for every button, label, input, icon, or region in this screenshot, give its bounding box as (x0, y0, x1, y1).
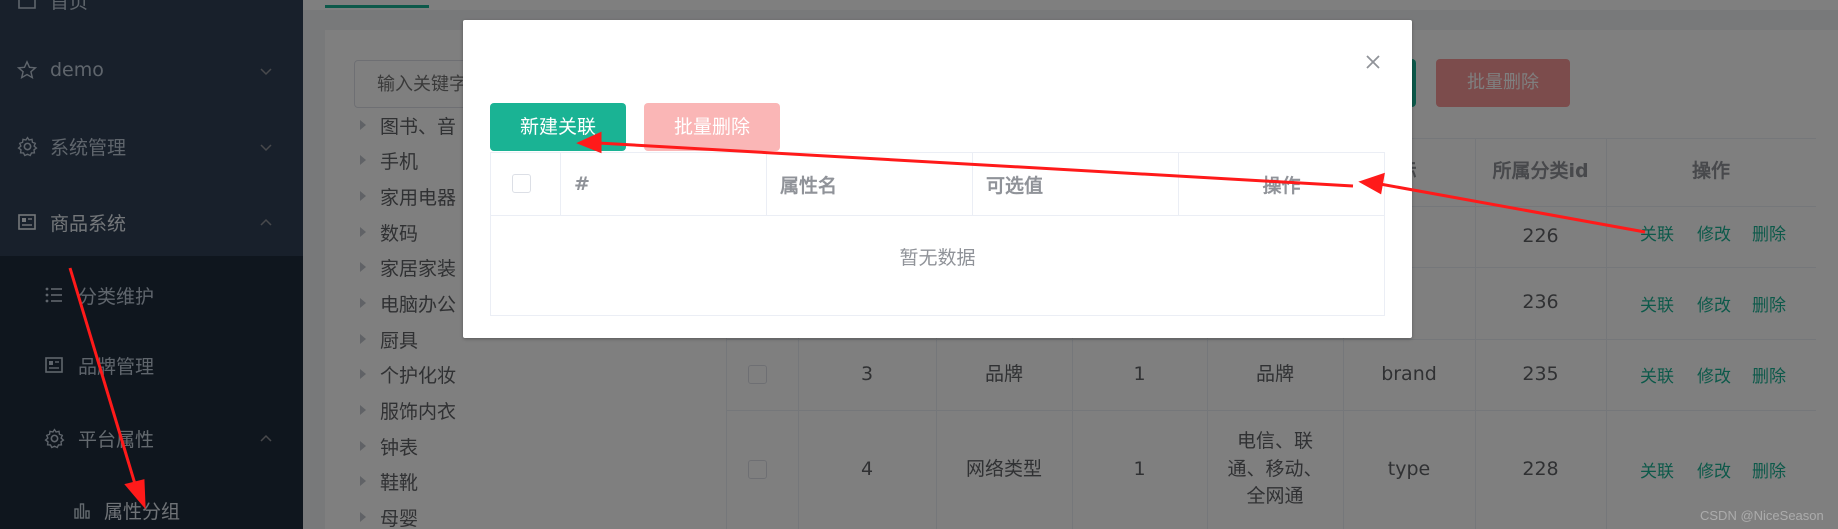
column-header: 属性名 (767, 153, 973, 215)
relation-dialog: 新建关联 批量删除 # 属性名 可选值 操作 暂无数据 (463, 20, 1412, 338)
column-header: 可选值 (973, 153, 1179, 215)
new-relation-button[interactable]: 新建关联 (490, 103, 626, 151)
column-header: # (561, 153, 767, 215)
select-all-header (491, 153, 561, 215)
relation-table: # 属性名 可选值 操作 暂无数据 (490, 152, 1385, 316)
watermark: CSDN @NiceSeason (1700, 508, 1824, 523)
close-icon[interactable] (1362, 51, 1384, 73)
column-header: 操作 (1262, 174, 1301, 197)
select-all-checkbox[interactable] (512, 174, 531, 193)
empty-text: 暂无数据 (899, 247, 976, 269)
dialog-batch-delete-button[interactable]: 批量删除 (644, 103, 780, 151)
